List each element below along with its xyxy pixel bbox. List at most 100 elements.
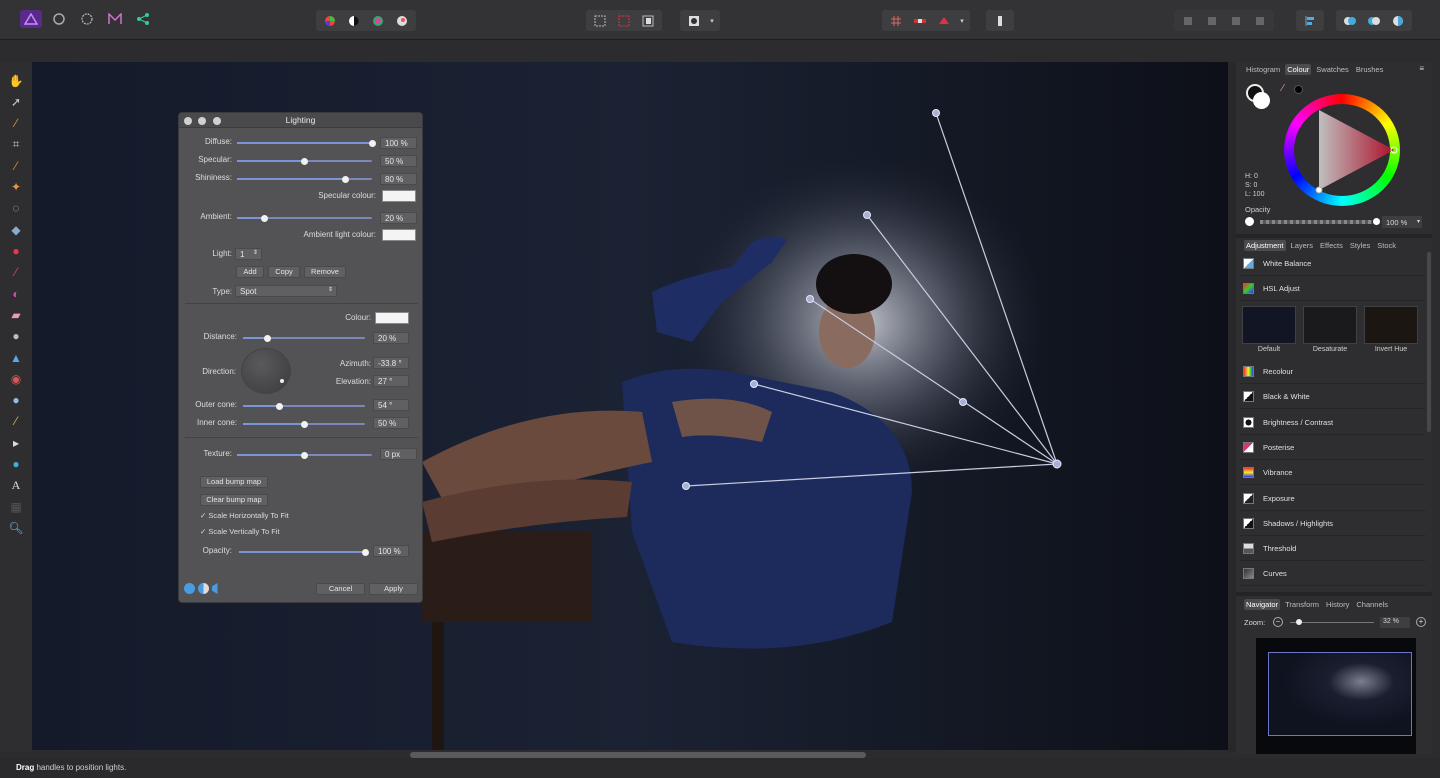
adjustment-tab-layers[interactable]: Layers (1289, 240, 1316, 251)
direction-dial[interactable] (241, 348, 291, 394)
flood-select-tool[interactable]: ✦ (0, 176, 32, 197)
colour-tab-swatches[interactable]: Swatches (1314, 64, 1351, 75)
view-tool[interactable]: ✋ (0, 70, 32, 91)
inner-cone-value[interactable]: 50 % (373, 417, 409, 429)
develop-persona-icon[interactable] (76, 10, 98, 28)
shape-tool[interactable]: ● (0, 453, 32, 474)
shininess-slider[interactable] (237, 175, 372, 183)
zoom-slider[interactable] (1290, 619, 1374, 625)
scale-horizontally-checkbox[interactable]: ✓ Scale Horizontally To Fit (200, 511, 289, 520)
adjustment-posterise[interactable]: Posterise (1240, 436, 1426, 460)
node-tool[interactable]: ▸ (0, 432, 32, 453)
type-select[interactable]: Spot ⇕ (235, 285, 337, 297)
document-canvas[interactable]: Lighting Diffuse: 100 % Specular: 50 % S… (32, 62, 1228, 750)
black-swatch[interactable] (1294, 85, 1303, 94)
color-picker-tool[interactable]: ∕ (0, 113, 32, 134)
auto-levels-icon[interactable] (319, 12, 341, 30)
outer-cone-slider[interactable] (243, 402, 365, 410)
ambient-slider[interactable] (237, 214, 372, 222)
navigator-preview[interactable] (1256, 638, 1416, 754)
zoom-dot-icon[interactable] (213, 117, 221, 125)
eyedropper-icon[interactable]: ∕ (1282, 83, 1284, 94)
shininess-value[interactable]: 80 % (380, 173, 417, 185)
selection-brush-tool[interactable]: ◐ (0, 283, 32, 304)
colour-tab-colour[interactable]: Colour (1285, 63, 1312, 75)
texture-value[interactable]: 0 px (380, 448, 417, 460)
tone-mapping-persona-icon[interactable] (104, 10, 126, 28)
adjustment-exposure[interactable]: Exposure (1240, 487, 1426, 511)
colour-tab-histogram[interactable]: Histogram (1244, 64, 1282, 75)
texture-slider[interactable] (237, 451, 372, 459)
colour-opacity-slider[interactable] (1260, 217, 1381, 226)
adjustment-tab-stock[interactable]: Stock (1375, 240, 1398, 251)
clear-bump-map-button[interactable]: Clear bump map (200, 494, 268, 506)
dropdown-icon[interactable]: ▾ (1417, 218, 1420, 225)
ambient-value[interactable]: 20 % (380, 212, 417, 224)
fill-stroke-swatch[interactable] (1246, 84, 1270, 109)
add-icon[interactable] (1339, 12, 1361, 30)
specular-slider[interactable] (237, 157, 372, 165)
colour-triangle[interactable] (1284, 94, 1400, 206)
adjustment-white-balance[interactable]: White Balance (1240, 252, 1426, 276)
cancel-button[interactable]: Cancel (316, 583, 365, 595)
stepper-icon[interactable]: ⇕ (253, 249, 258, 258)
zoom-tool[interactable]: 🔍︎ (0, 517, 32, 538)
mesh-tool[interactable]: ▦ (0, 496, 32, 517)
auto-colours-icon[interactable] (367, 12, 389, 30)
adjustment-tab-styles[interactable]: Styles (1348, 240, 1372, 251)
clone-tool[interactable]: ▲ (0, 347, 32, 368)
diffuse-slider[interactable] (237, 139, 376, 147)
adjustment-recolour[interactable]: Recolour (1240, 360, 1426, 384)
colour-opacity-value[interactable]: 100 % ▾ (1382, 216, 1422, 228)
smudge-tool[interactable]: ● (0, 389, 32, 410)
quick-mask-icon[interactable] (683, 12, 705, 30)
preset-thumb-desaturate[interactable] (1303, 306, 1357, 344)
gradient-tool[interactable]: ● (0, 240, 32, 261)
adjustment-hsl[interactable]: HSL Adjust (1240, 277, 1426, 301)
colour-tab-brushes[interactable]: Brushes (1354, 64, 1386, 75)
quick-mask-dropdown-icon[interactable]: ▾ (707, 12, 717, 30)
snapping-toggle-icon[interactable] (909, 12, 931, 30)
navigator-tab-history[interactable]: History (1324, 599, 1351, 610)
crop-tool[interactable]: ⌗ (0, 134, 32, 155)
liquify-persona-icon[interactable] (48, 10, 70, 28)
marquee-tool[interactable]: ◌ (0, 198, 32, 219)
intersect-icon[interactable] (1387, 12, 1409, 30)
adjustment-scrollbar[interactable] (1427, 252, 1431, 432)
fill-tool[interactable]: ◆ (0, 219, 32, 240)
move-tool[interactable]: ➚ (0, 91, 32, 112)
preset-thumb-invert-hue[interactable] (1364, 306, 1418, 344)
auto-contrast-icon[interactable] (343, 12, 365, 30)
export-persona-icon[interactable] (132, 10, 154, 28)
load-bump-map-button[interactable]: Load bump map (200, 476, 268, 488)
apply-button[interactable]: Apply (369, 583, 418, 595)
navigator-tab-channels[interactable]: Channels (1354, 599, 1390, 610)
photo-persona-icon[interactable] (20, 10, 42, 28)
snapping-dropdown-icon[interactable]: ▾ (957, 12, 967, 30)
auto-white-balance-icon[interactable] (391, 12, 413, 30)
bottom-icon[interactable] (1249, 12, 1271, 30)
dodge-tool[interactable]: ● (0, 326, 32, 347)
preset-thumb-default[interactable] (1242, 306, 1296, 344)
panel-menu-icon[interactable]: ≡ (1419, 64, 1424, 73)
light-stepper[interactable]: 1 ⇕ (235, 248, 262, 260)
scale-vertically-checkbox[interactable]: ✓ Scale Vertically To Fit (200, 527, 280, 536)
adjustment-tab-effects[interactable]: Effects (1318, 240, 1345, 251)
direction-dial-point[interactable] (280, 379, 284, 383)
diffuse-value[interactable]: 100 % (380, 137, 417, 149)
adjustment-brightness-contrast[interactable]: Brightness / Contrast (1240, 411, 1426, 435)
forward-icon[interactable] (1177, 12, 1199, 30)
minimize-dot-icon[interactable] (198, 117, 206, 125)
subtract-icon[interactable] (1363, 12, 1385, 30)
navigator-tab-navigator[interactable]: Navigator (1244, 598, 1281, 610)
specular-colour-swatch[interactable] (382, 190, 416, 202)
adjustment-tab-adjustment[interactable]: Adjustment (1244, 239, 1286, 251)
add-light-button[interactable]: Add (236, 266, 264, 278)
opacity-slider[interactable] (239, 548, 369, 556)
front-icon[interactable] (1225, 12, 1247, 30)
adjustment-vibrance[interactable]: Vibrance (1240, 461, 1426, 486)
point-light-icon[interactable] (198, 583, 209, 594)
azimuth-value[interactable]: -33.8 ° (373, 357, 409, 369)
navigator-view-rect[interactable] (1268, 652, 1412, 736)
navigator-tab-transform[interactable]: Transform (1283, 599, 1321, 610)
